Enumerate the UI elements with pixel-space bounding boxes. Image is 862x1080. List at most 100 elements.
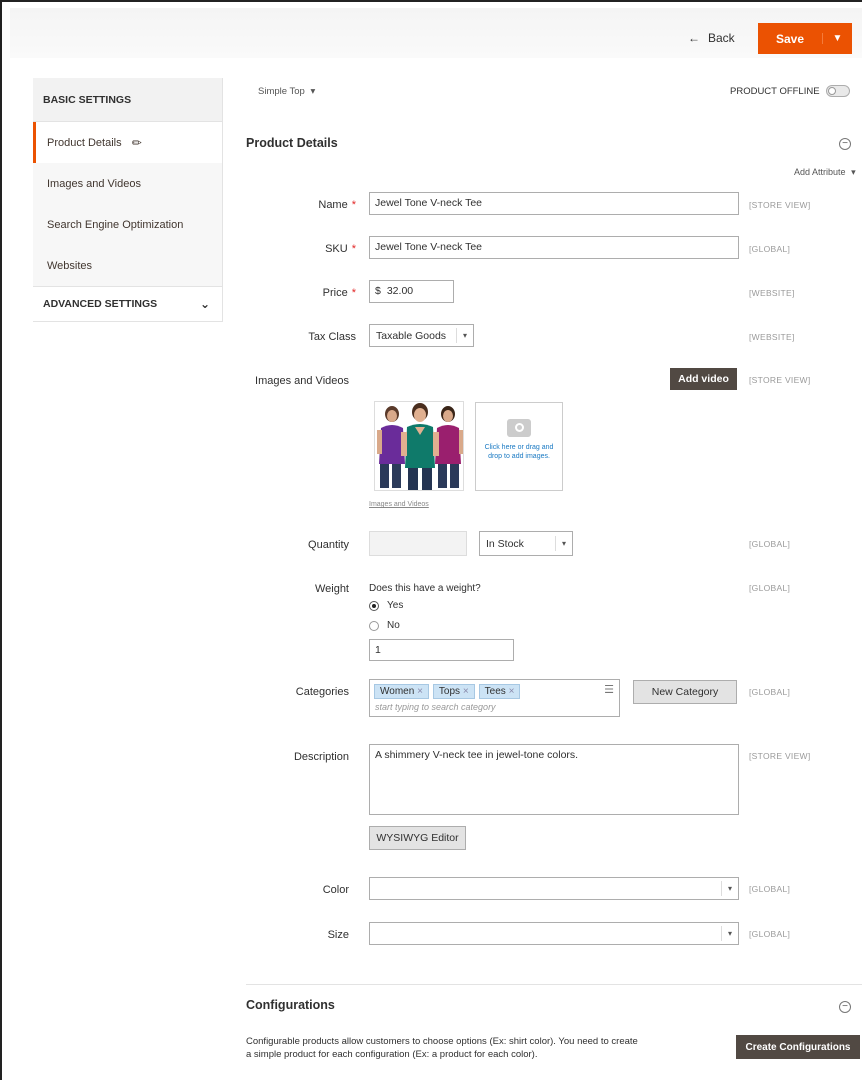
radio-unchecked-icon[interactable] bbox=[369, 620, 379, 631]
images-and-videos-link[interactable]: Images and Videos bbox=[369, 501, 429, 508]
categories-multiselect[interactable]: Women × Tops × Tees × start typing to se… bbox=[369, 679, 620, 717]
sidebar-item-seo[interactable]: Search Engine Optimization bbox=[33, 204, 222, 245]
quantity-input[interactable] bbox=[369, 531, 467, 556]
tax-class-label: Tax Class bbox=[308, 331, 356, 343]
weight-input[interactable]: 1 bbox=[369, 639, 514, 661]
category-tag[interactable]: Tops × bbox=[432, 684, 475, 699]
radio-checked-icon[interactable] bbox=[369, 600, 379, 611]
advanced-settings-label: ADVANCED SETTINGS bbox=[43, 298, 158, 310]
scope-label: [GLOBAL] bbox=[749, 884, 791, 894]
quantity-label: Quantity bbox=[308, 539, 349, 551]
color-select[interactable]: ▾ bbox=[369, 877, 739, 900]
remove-icon[interactable]: × bbox=[509, 686, 515, 697]
add-attribute-button[interactable]: Add Attribute ▾ bbox=[794, 167, 856, 178]
pencil-icon: ✏ bbox=[131, 135, 142, 150]
description-label: Description bbox=[293, 751, 349, 763]
category-tag-label: Tops bbox=[438, 686, 461, 697]
size-label: Size bbox=[327, 929, 349, 941]
sku-field-label: SKU * bbox=[246, 243, 356, 255]
scope-label: [GLOBAL] bbox=[749, 687, 791, 697]
stock-status-select[interactable]: In Stock ▾ bbox=[479, 531, 573, 556]
category-tag[interactable]: Women × bbox=[374, 684, 429, 699]
basic-settings-heading[interactable]: BASIC SETTINGS bbox=[33, 78, 222, 122]
category-tag-label: Women bbox=[380, 686, 415, 697]
page-actions-bar: ← Back Save ▼ bbox=[10, 8, 862, 58]
toggle-knob bbox=[827, 87, 836, 95]
sku-label-text: SKU bbox=[325, 243, 348, 255]
scope-label: [WEBSITE] bbox=[749, 332, 795, 342]
currency-symbol: $ bbox=[375, 285, 381, 297]
weight-no-option[interactable]: No bbox=[369, 620, 400, 631]
weight-label: Weight bbox=[314, 583, 349, 595]
sidebar-item-label: Images and Videos bbox=[47, 177, 141, 190]
sku-input[interactable]: Jewel Tone V-neck Tee bbox=[369, 236, 739, 259]
category-tags: Women × Tops × Tees × bbox=[374, 684, 521, 699]
price-input[interactable]: $32.00 bbox=[369, 280, 454, 303]
remove-icon[interactable]: × bbox=[417, 686, 423, 697]
section-divider bbox=[246, 984, 862, 985]
sidebar-item-product-details[interactable]: Product Details ✏ bbox=[33, 122, 222, 163]
sidebar-item-label: Product Details bbox=[47, 136, 122, 149]
price-field-label: Price * bbox=[246, 287, 356, 299]
configurations-title[interactable]: Configurations bbox=[246, 998, 335, 1012]
tax-class-select[interactable]: Taxable Goods ▾ bbox=[369, 324, 474, 347]
product-image-thumbnail[interactable] bbox=[374, 401, 464, 491]
required-asterisk: * bbox=[351, 287, 356, 299]
advanced-settings-toggle[interactable]: ADVANCED SETTINGS ⌄ bbox=[33, 286, 222, 322]
back-arrow-icon: ← bbox=[688, 31, 700, 45]
sidebar-item-images-and-videos[interactable]: Images and Videos bbox=[33, 163, 222, 204]
tax-class-value: Taxable Goods bbox=[376, 329, 447, 342]
color-label: Color bbox=[322, 884, 349, 896]
add-video-button[interactable]: Add video bbox=[670, 368, 737, 390]
scope-label: [STORE VIEW] bbox=[749, 751, 811, 761]
weight-yes-option[interactable]: Yes bbox=[369, 600, 403, 611]
scope-label: [GLOBAL] bbox=[749, 929, 791, 939]
name-field-label: Name * bbox=[246, 199, 356, 211]
back-button[interactable]: ← Back bbox=[688, 31, 735, 45]
product-details-title[interactable]: Product Details bbox=[246, 136, 338, 150]
chevron-down-icon: ▾ bbox=[310, 86, 316, 97]
product-status-toggle[interactable]: PRODUCT OFFLINE bbox=[730, 85, 850, 97]
attribute-set-label: Simple Top bbox=[258, 86, 305, 97]
list-icon[interactable]: ☰ bbox=[604, 683, 614, 696]
chevron-down-icon: ▾ bbox=[720, 881, 732, 896]
description-textarea[interactable]: A shimmery V-neck tee in jewel-tone colo… bbox=[369, 744, 739, 815]
category-tag[interactable]: Tees × bbox=[478, 684, 521, 699]
price-label-text: Price bbox=[322, 287, 348, 299]
category-search-placeholder[interactable]: start typing to search category bbox=[375, 702, 496, 712]
upload-instructions: Click here or drag and drop to add image… bbox=[484, 444, 554, 460]
scope-label: [GLOBAL] bbox=[749, 244, 791, 254]
chevron-down-icon: ▾ bbox=[554, 536, 566, 551]
remove-icon[interactable]: × bbox=[463, 686, 469, 697]
create-configurations-button[interactable]: Create Configurations bbox=[736, 1035, 860, 1059]
weight-no-label: No bbox=[387, 620, 400, 631]
attribute-set-selector[interactable]: Simple Top ▾ bbox=[258, 86, 315, 97]
sidebar-item-websites[interactable]: Websites bbox=[33, 245, 222, 286]
scope-label: [WEBSITE] bbox=[749, 288, 795, 298]
chevron-down-icon: ▾ bbox=[455, 328, 467, 343]
chevron-down-icon: ▾ bbox=[851, 167, 856, 177]
sidebar-item-label: Websites bbox=[47, 259, 93, 272]
save-split-button: Save ▼ bbox=[758, 23, 852, 54]
chevron-down-icon: ▾ bbox=[720, 926, 732, 941]
required-asterisk: * bbox=[351, 243, 356, 255]
save-options-caret-icon[interactable]: ▼ bbox=[822, 33, 852, 44]
stock-status-value: In Stock bbox=[486, 537, 524, 550]
toggle-switch[interactable] bbox=[825, 85, 850, 97]
back-label: Back bbox=[708, 31, 735, 45]
product-status-label: PRODUCT OFFLINE bbox=[730, 85, 820, 97]
new-category-button[interactable]: New Category bbox=[633, 680, 737, 704]
collapse-icon[interactable]: − bbox=[839, 138, 851, 150]
scope-label: [STORE VIEW] bbox=[749, 375, 811, 385]
save-button[interactable]: Save bbox=[758, 32, 822, 46]
name-label-text: Name bbox=[318, 199, 348, 211]
collapse-icon[interactable]: − bbox=[839, 1001, 851, 1013]
wysiwyg-editor-button[interactable]: WYSIWYG Editor bbox=[369, 826, 466, 850]
size-select[interactable]: ▾ bbox=[369, 922, 739, 945]
image-upload-dropzone[interactable]: Click here or drag and drop to add image… bbox=[475, 402, 563, 491]
required-asterisk: * bbox=[351, 199, 356, 211]
weight-question: Does this have a weight? bbox=[369, 583, 481, 594]
category-tag-label: Tees bbox=[484, 686, 506, 697]
chevron-down-icon: ⌄ bbox=[199, 297, 210, 311]
product-name-input[interactable]: Jewel Tone V-neck Tee bbox=[369, 192, 739, 215]
